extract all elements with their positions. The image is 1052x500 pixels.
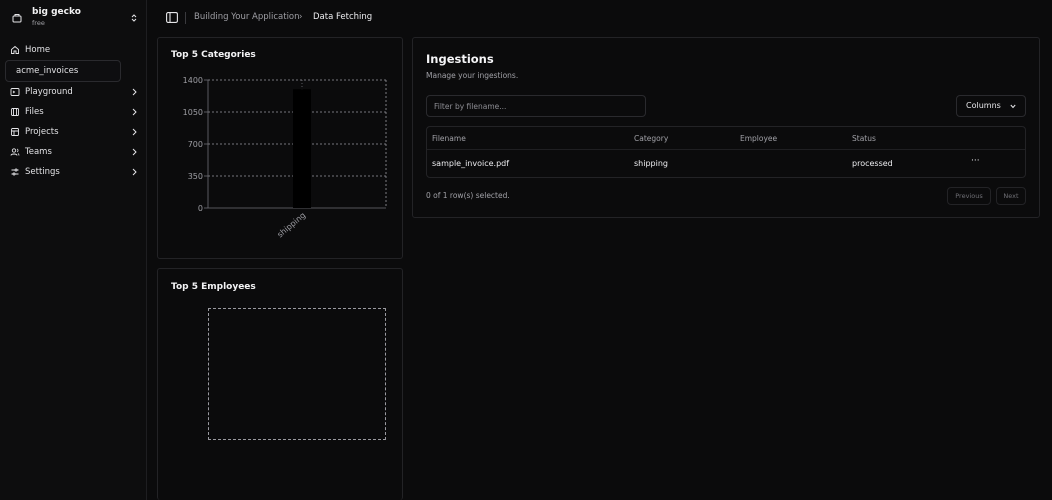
org-icon [12, 14, 22, 23]
breadcrumb-parent[interactable]: Building Your Application [194, 12, 300, 22]
y-tick-label: 1050 [183, 108, 203, 117]
sidebar-item-playground[interactable]: Playground [5, 82, 143, 102]
sidebar-item-label: Playground [25, 87, 73, 97]
selection-count: 0 of 1 row(s) selected. [426, 191, 510, 200]
sidebar-item-label: Projects [25, 127, 59, 137]
employees-title: Top 5 Employees [171, 282, 256, 292]
x-tick-label: shipping [275, 211, 307, 240]
sidebar-item-label: Settings [25, 167, 60, 177]
y-tick-label: 0 [198, 204, 203, 213]
ingestions-subtitle: Manage your ingestions. [426, 71, 519, 80]
sidebar-item-acme-invoices[interactable]: acme_invoices [5, 60, 121, 82]
sidebar-item-label: Files [25, 107, 44, 117]
files-icon [11, 108, 19, 116]
sidebar-item-label: Home [25, 45, 51, 55]
breadcrumb-separator: › [299, 12, 303, 22]
filter-filename-input[interactable] [426, 95, 646, 117]
columns-button-label: Columns [966, 101, 1001, 110]
sidebar-item-projects[interactable]: Projects [5, 122, 143, 142]
sidebar-item-label: Teams [25, 147, 52, 157]
y-tick-label: 350 [188, 172, 203, 181]
projects-icon [11, 128, 19, 136]
bar-shipping [293, 89, 311, 208]
categories-chart: 0 350 700 1050 1400 shipping [183, 76, 387, 240]
sidebar-toggle-icon[interactable] [166, 12, 178, 23]
org-switcher[interactable]: big gecko free [10, 6, 140, 30]
row-actions-menu-icon[interactable]: ··· [971, 156, 980, 166]
org-plan: free [32, 19, 45, 27]
chevron-right-icon [132, 88, 137, 96]
ingestions-card: Ingestions Manage your ingestions. Colum… [412, 37, 1040, 218]
chevrons-up-down-icon[interactable] [130, 13, 138, 23]
home-icon [11, 45, 19, 54]
breadcrumb-current: Data Fetching [313, 12, 373, 22]
previous-page-button[interactable]: Previous [947, 187, 991, 205]
columns-button[interactable]: Columns [956, 95, 1026, 117]
sidebar-item-files[interactable]: Files [5, 102, 143, 122]
column-header-employee[interactable]: Employee [740, 134, 777, 143]
next-page-button[interactable]: Next [996, 187, 1026, 205]
column-header-category[interactable]: Category [634, 134, 668, 143]
header-divider [185, 12, 186, 24]
sidebar: big gecko free Home acme_invoices Playgr… [0, 0, 147, 500]
cell-category: shipping [634, 159, 668, 168]
users-icon [10, 148, 20, 156]
y-tick-label: 1400 [183, 76, 203, 85]
chevron-right-icon [132, 108, 137, 116]
header: Building Your Application › Data Fetchin… [148, 0, 1052, 36]
chevron-right-icon [132, 168, 137, 176]
chevron-right-icon [132, 148, 137, 156]
ingestions-title: Ingestions [426, 52, 494, 66]
chevron-right-icon [132, 128, 137, 136]
cell-status: processed [852, 159, 893, 168]
sidebar-item-settings[interactable]: Settings [5, 162, 143, 182]
chevron-down-icon [1010, 104, 1016, 109]
y-tick-label: 700 [188, 140, 203, 149]
settings-icon [11, 168, 19, 176]
categories-card: 0 350 700 1050 1400 shipping Top 5 Categories [157, 37, 403, 259]
ingestions-table: Filename Category Employee Status sample… [426, 126, 1026, 178]
cell-filename: sample_invoice.pdf [432, 159, 510, 168]
org-name: big gecko [32, 7, 81, 17]
sidebar-item-label: acme_invoices [16, 66, 79, 76]
sidebar-item-home[interactable]: Home [5, 40, 143, 60]
column-header-status[interactable]: Status [852, 134, 876, 143]
sidebar-item-teams[interactable]: Teams [5, 142, 143, 162]
employees-chart-area [208, 308, 386, 440]
employees-card: Top 5 Employees [157, 268, 403, 500]
table-header-divider [427, 149, 1025, 150]
terminal-icon [10, 88, 20, 96]
categories-title: Top 5 Categories [171, 50, 256, 60]
sidebar-nav: Home acme_invoices Playground Files Proj… [5, 40, 143, 182]
column-header-filename[interactable]: Filename [432, 134, 466, 143]
